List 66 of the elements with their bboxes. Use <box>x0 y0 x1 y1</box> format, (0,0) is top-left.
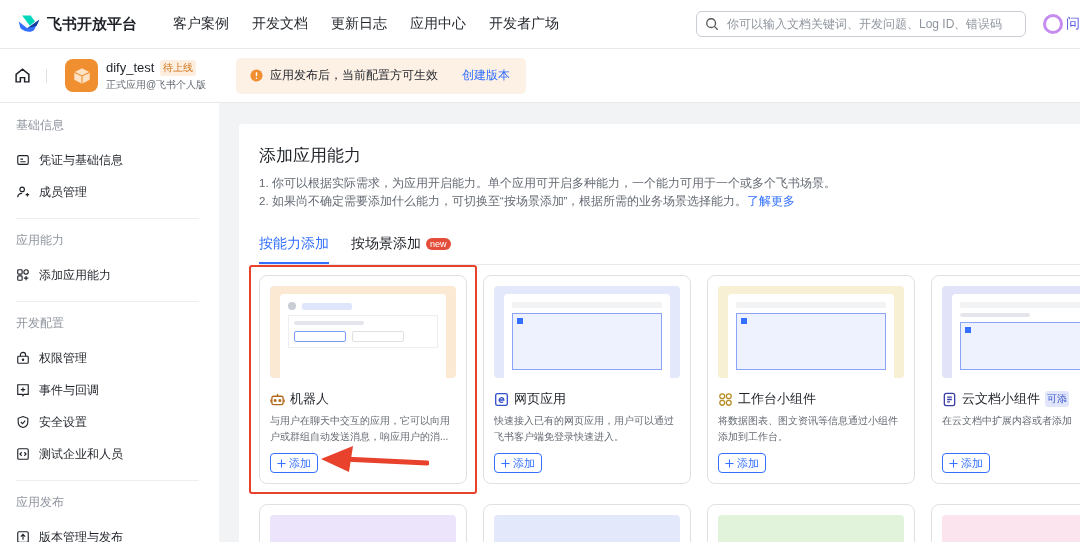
code-icon <box>16 447 30 461</box>
sidebar-item[interactable]: 安全设置 <box>16 406 199 438</box>
sidebar-item[interactable]: 添加应用能力 <box>16 259 199 291</box>
new-badge: new <box>426 238 451 250</box>
event-icon <box>16 383 30 397</box>
bird-logo-icon[interactable] <box>17 14 41 34</box>
group-title: 应用发布 <box>16 494 65 511</box>
grid-plus-icon <box>16 268 30 282</box>
app-box-icon <box>65 59 98 92</box>
app-name: dify_test <box>106 60 155 75</box>
sidebar-item[interactable]: 成员管理 <box>16 176 199 208</box>
sidebar-item[interactable]: 权限管理 <box>16 342 199 374</box>
assistant-label[interactable]: 问 <box>1066 15 1080 33</box>
brand-name: 飞书开放平台 <box>47 14 137 34</box>
status-badge: 待上线 <box>160 59 197 76</box>
tab[interactable]: 按场景添加 new <box>351 227 451 264</box>
plus-icon <box>501 458 510 468</box>
widget-icon <box>718 391 733 407</box>
search-field[interactable]: 你可以输入文档关键词、开发问题、Log ID、错误码 <box>696 11 1026 37</box>
nav-link[interactable]: 应用中心 <box>410 15 466 33</box>
plus-icon <box>725 458 734 468</box>
robot-icon <box>270 391 285 407</box>
notice-text: 应用发布后，当前配置方可生效 <box>270 67 439 84</box>
tag-badge: 可添 <box>1045 391 1069 407</box>
group-title: 基础信息 <box>16 117 65 134</box>
search-icon <box>705 17 719 31</box>
section-title: 添加应用能力 <box>259 145 362 167</box>
group-title: 开发配置 <box>16 315 65 332</box>
upload-icon <box>16 530 30 542</box>
add-button[interactable]: 添加 <box>718 453 766 473</box>
tab[interactable]: 按能力添加 <box>259 227 329 264</box>
card-description: 将数据图表、图文资讯等信息通过小组件添加到工作台。 <box>718 414 899 444</box>
plus-icon <box>949 458 958 468</box>
document-icon <box>942 391 957 407</box>
add-button[interactable]: 添加 <box>494 453 542 473</box>
plus-icon <box>277 458 286 468</box>
card-title: 网页应用 <box>514 390 566 408</box>
home-icon[interactable] <box>14 67 31 84</box>
web-app-icon <box>494 391 509 407</box>
nav-link[interactable]: 客户案例 <box>173 15 229 33</box>
card-description: 与用户在聊天中交互的应用，它可以向用户或群组自动发送消息，响应用户的消... <box>270 414 451 444</box>
shield-check-icon <box>16 415 30 429</box>
nav-link[interactable]: 开发文档 <box>252 15 308 33</box>
sidebar-item[interactable]: 凭证与基础信息 <box>16 144 199 176</box>
sidebar-item[interactable]: 测试企业和人员 <box>16 438 199 470</box>
lock-icon <box>16 351 30 365</box>
create-version-link[interactable]: 创建版本 <box>462 67 511 84</box>
add-button[interactable]: 添加 <box>270 453 318 473</box>
card-title: 机器人 <box>290 390 329 408</box>
group-title: 应用能力 <box>16 232 65 249</box>
add-user-icon <box>16 185 30 199</box>
card-description: 快速接入已有的网页应用，用户可以通过飞书客户端免登录快速进入。 <box>494 414 675 444</box>
learn-more-link[interactable]: 了解更多 <box>747 195 796 207</box>
add-button[interactable]: 添加 <box>942 453 990 473</box>
card-description: 在云文档中扩展内容或者添加 <box>942 414 1073 428</box>
card-title: 云文档小组件 <box>962 390 1040 408</box>
app-subtitle: 正式应用@飞书个人版 <box>106 77 207 92</box>
nav-link[interactable]: 更新日志 <box>331 15 387 33</box>
instruction-text: 1. 你可以根据实际需求，为应用开启能力。单个应用可开启多种能力，一个能力可用于一个或多个飞书场景。 <box>259 176 837 191</box>
instruction-text: 2. 如果尚不确定需要添加什么能力，可切换至“按场景添加”，根据所需的业务场景选择能力。了解更多 <box>259 194 797 209</box>
sidebar-item[interactable]: 事件与回调 <box>16 374 199 406</box>
card-title: 工作台小组件 <box>738 390 816 408</box>
warning-icon <box>250 69 264 82</box>
sidebar-item[interactable]: 版本管理与发布 <box>16 521 199 542</box>
nav-link[interactable]: 开发者广场 <box>489 15 559 33</box>
id-card-icon <box>16 153 30 167</box>
